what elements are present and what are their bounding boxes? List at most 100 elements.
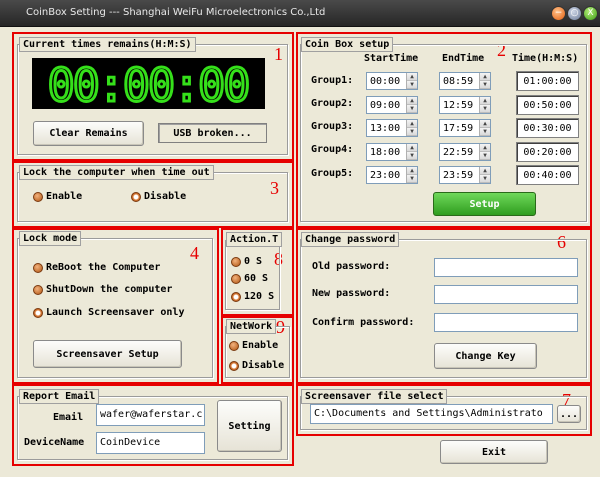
radio-selected-icon: [229, 360, 239, 371]
spin-buttons[interactable]: ▲ ▼: [479, 144, 490, 160]
spin-buttons[interactable]: ▲ ▼: [479, 167, 490, 183]
lock-disable-radio[interactable]: Disable: [131, 191, 186, 202]
spin-up-icon[interactable]: ▲: [407, 97, 417, 105]
maximize-icon: ○: [570, 8, 579, 18]
action-60s-radio[interactable]: 60 S: [231, 273, 268, 284]
lock-enable-radio[interactable]: Enable: [33, 191, 82, 202]
spin-down-icon[interactable]: ▼: [407, 175, 417, 183]
end-time-field[interactable]: 08:59 ▲ ▼: [439, 72, 491, 90]
radio-icon: [231, 273, 241, 284]
device-name-field[interactable]: CoinDevice: [96, 432, 205, 454]
spin-buttons[interactable]: ▲ ▼: [406, 73, 417, 89]
duration-field[interactable]: 00:30:00: [516, 118, 579, 138]
title-bar[interactable]: CoinBox Setting --- Shanghai WeiFu Micro…: [0, 0, 600, 27]
close-icon: X: [587, 8, 594, 18]
spin-up-icon[interactable]: ▲: [480, 167, 490, 175]
group-label: Group1:: [311, 75, 354, 86]
duration-header: Time(H:M:S): [512, 53, 579, 64]
action-120s-radio[interactable]: 120 S: [231, 291, 274, 302]
spin-up-icon[interactable]: ▲: [480, 97, 490, 105]
group-label: Group5:: [311, 168, 354, 179]
spin-up-icon[interactable]: ▲: [480, 73, 490, 81]
lock-timeout-legend: Lock the computer when time out: [19, 165, 214, 180]
setup-button[interactable]: Setup: [433, 192, 536, 216]
minimize-icon: −: [554, 8, 563, 18]
radio-selected-icon: [33, 307, 43, 318]
spin-up-icon[interactable]: ▲: [480, 120, 490, 128]
clear-remains-button[interactable]: Clear Remains: [33, 121, 144, 146]
email-label: Email: [53, 412, 84, 423]
spin-up-icon[interactable]: ▲: [407, 120, 417, 128]
spin-buttons[interactable]: ▲ ▼: [406, 144, 417, 160]
network-legend: NetWork: [226, 319, 277, 334]
maximize-button[interactable]: ○: [567, 6, 582, 21]
start-time-field[interactable]: 23:00 ▲ ▼: [366, 166, 418, 184]
shutdown-radio[interactable]: ShutDown the computer: [33, 284, 172, 295]
current-times-legend: Current times remains(H:M:S): [19, 37, 196, 52]
change-key-button[interactable]: Change Key: [434, 343, 537, 369]
end-time-field[interactable]: 22:59 ▲ ▼: [439, 143, 491, 161]
action-0s-radio[interactable]: 0 S: [231, 256, 262, 267]
duration-field[interactable]: 01:00:00: [516, 71, 579, 91]
report-email-legend: Report Email: [19, 389, 100, 404]
screensaver-only-radio[interactable]: Launch Screensaver only: [33, 307, 184, 318]
spin-down-icon[interactable]: ▼: [407, 128, 417, 136]
start-time-field[interactable]: 09:00 ▲ ▼: [366, 96, 418, 114]
end-time-field[interactable]: 17:59 ▲ ▼: [439, 119, 491, 137]
minimize-button[interactable]: −: [551, 6, 566, 21]
spin-down-icon[interactable]: ▼: [480, 128, 490, 136]
spin-buttons[interactable]: ▲ ▼: [479, 97, 490, 113]
end-time-header: EndTime: [442, 53, 485, 64]
duration-field[interactable]: 00:50:00: [516, 95, 579, 115]
spin-buttons[interactable]: ▲ ▼: [406, 167, 417, 183]
end-time-field[interactable]: 23:59 ▲ ▼: [439, 166, 491, 184]
radio-icon: [33, 284, 43, 295]
email-field[interactable]: wafer@waferstar.c: [96, 404, 205, 426]
action-t-legend: Action.T: [226, 232, 283, 247]
radio-icon: [229, 340, 239, 351]
browse-button[interactable]: ...: [557, 405, 581, 423]
spin-down-icon[interactable]: ▼: [407, 105, 417, 113]
close-button[interactable]: X: [583, 6, 598, 21]
group-label: Group3:: [311, 121, 354, 132]
spin-buttons[interactable]: ▲ ▼: [406, 120, 417, 136]
network-disable-radio[interactable]: Disable: [229, 360, 284, 371]
spin-down-icon[interactable]: ▼: [480, 152, 490, 160]
reboot-radio[interactable]: ReBoot the Computer: [33, 262, 160, 273]
duration-field[interactable]: 00:40:00: [516, 165, 579, 185]
radio-icon: [33, 262, 43, 273]
device-name-label: DeviceName: [24, 437, 85, 448]
spin-down-icon[interactable]: ▼: [480, 81, 490, 89]
spin-down-icon[interactable]: ▼: [407, 152, 417, 160]
spin-buttons[interactable]: ▲ ▼: [479, 73, 490, 89]
spin-down-icon[interactable]: ▼: [480, 105, 490, 113]
radio-selected-icon: [131, 191, 141, 202]
screensaver-path-field[interactable]: C:\Documents and Settings\Administrato: [310, 404, 553, 424]
spin-up-icon[interactable]: ▲: [407, 144, 417, 152]
end-time-field[interactable]: 12:59 ▲ ▼: [439, 96, 491, 114]
exit-button[interactable]: Exit: [440, 440, 548, 464]
start-time-field[interactable]: 13:00 ▲ ▼: [366, 119, 418, 137]
new-password-field[interactable]: [434, 285, 578, 304]
setting-button[interactable]: Setting: [217, 400, 282, 452]
spin-buttons[interactable]: ▲ ▼: [406, 97, 417, 113]
old-password-field[interactable]: [434, 258, 578, 277]
spin-up-icon[interactable]: ▲: [407, 167, 417, 175]
spin-up-icon[interactable]: ▲: [480, 144, 490, 152]
start-time-header: StartTime: [364, 53, 419, 64]
spin-down-icon[interactable]: ▼: [407, 81, 417, 89]
group-label: Group2:: [311, 98, 354, 109]
duration-field[interactable]: 00:20:00: [516, 142, 579, 162]
radio-selected-icon: [231, 291, 241, 302]
spin-up-icon[interactable]: ▲: [407, 73, 417, 81]
network-enable-radio[interactable]: Enable: [229, 340, 278, 351]
remaining-time-display: 00:00:00: [32, 58, 265, 109]
spin-down-icon[interactable]: ▼: [480, 175, 490, 183]
start-time-field[interactable]: 18:00 ▲ ▼: [366, 143, 418, 161]
screensaver-setup-button[interactable]: Screensaver Setup: [33, 340, 182, 368]
start-time-field[interactable]: 00:00 ▲ ▼: [366, 72, 418, 90]
group-label: Group4:: [311, 144, 354, 155]
confirm-password-field[interactable]: [434, 313, 578, 332]
radio-icon: [33, 191, 43, 202]
spin-buttons[interactable]: ▲ ▼: [479, 120, 490, 136]
